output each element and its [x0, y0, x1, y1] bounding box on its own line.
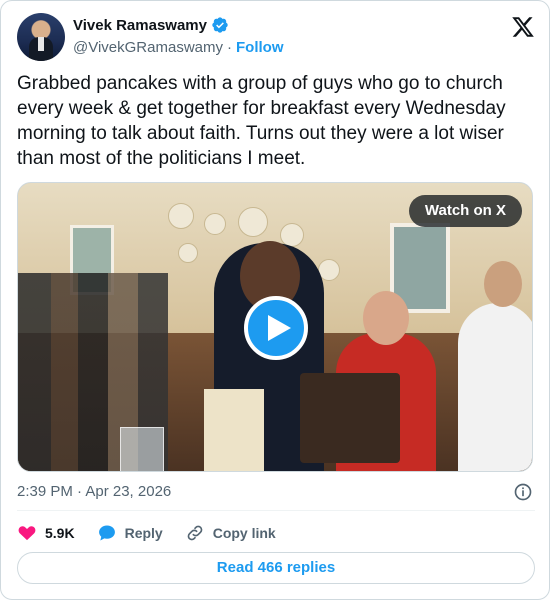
name-row: Vivek Ramaswamy [73, 16, 229, 34]
video-glass [120, 427, 164, 471]
wall-plate [204, 213, 226, 235]
info-icon[interactable] [513, 482, 533, 502]
reply-bubble-icon [98, 525, 115, 541]
tweet-header: Vivek Ramaswamy @VivekGRamaswamy · Follo… [17, 13, 535, 63]
tweet-card: Vivek Ramaswamy @VivekGRamaswamy · Follo… [0, 0, 550, 600]
verified-badge-icon [212, 17, 228, 33]
author-name[interactable]: Vivek Ramaswamy [73, 17, 207, 34]
like-count: 5.9K [45, 525, 75, 541]
play-icon [268, 315, 291, 341]
like-button[interactable]: 5.9K [17, 523, 75, 543]
tweet-timestamp[interactable]: 2:39 PM · Apr 23, 2026 [17, 483, 171, 500]
divider [17, 510, 535, 511]
x-logo-icon[interactable] [511, 15, 535, 39]
tweet-actions: 5.9K Reply Copy link [17, 521, 276, 545]
reply-label: Reply [124, 525, 163, 541]
video-menu [300, 373, 400, 463]
video-person-head [484, 261, 522, 307]
heart-icon [18, 526, 36, 541]
video-thumbnail[interactable]: Watch on X [17, 182, 533, 472]
copy-link-label: Copy link [212, 525, 276, 541]
watch-on-x-button[interactable]: Watch on X [408, 195, 522, 227]
avatar[interactable] [17, 13, 65, 61]
wall-plate [178, 243, 198, 263]
copy-link-button[interactable]: Copy link [185, 523, 276, 543]
tweet-text: Grabbed pancakes with a group of guys wh… [17, 73, 506, 169]
link-icon [187, 525, 203, 541]
video-person-head [363, 291, 409, 345]
reply-button[interactable]: Reply [97, 523, 163, 543]
avatar-shirt [38, 37, 44, 51]
handle-row: @VivekGRamaswamy · Follow [73, 39, 284, 56]
separator-dot: · [227, 39, 232, 56]
wall-plate [238, 207, 268, 237]
read-replies-button[interactable]: Read 466 replies [17, 552, 535, 584]
author-handle[interactable]: @VivekGRamaswamy [73, 39, 223, 56]
video-menu [204, 389, 264, 471]
video-person [458, 303, 532, 471]
wall-plate [168, 203, 194, 229]
follow-button[interactable]: Follow [236, 39, 284, 56]
play-button[interactable] [244, 296, 308, 360]
